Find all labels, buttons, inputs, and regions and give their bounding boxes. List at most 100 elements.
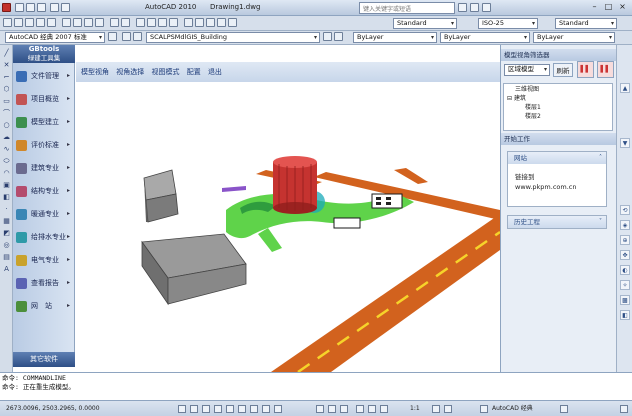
tool-palette-icon[interactable] bbox=[206, 18, 215, 27]
calculator-icon[interactable] bbox=[217, 18, 226, 27]
model-space-icon[interactable] bbox=[316, 405, 324, 413]
new-file-icon[interactable] bbox=[3, 18, 12, 27]
gradient-icon[interactable]: ◩ bbox=[2, 229, 11, 238]
maximize-button[interactable]: □ bbox=[602, 2, 615, 13]
help-tool-icon[interactable] bbox=[228, 18, 237, 27]
lwt-toggle[interactable] bbox=[274, 405, 282, 413]
steering-wheel-icon[interactable] bbox=[380, 405, 388, 413]
preview-icon[interactable] bbox=[47, 18, 56, 27]
zoom-status-icon[interactable] bbox=[368, 405, 376, 413]
print-icon[interactable] bbox=[36, 18, 45, 27]
gb-item-model[interactable]: 模型建立 ▸ bbox=[16, 113, 74, 131]
grid-toggle[interactable] bbox=[190, 405, 198, 413]
zoom-realtime-icon[interactable] bbox=[147, 18, 156, 27]
ducs-toggle[interactable] bbox=[250, 405, 258, 413]
mode-select[interactable]: 区域模型 bbox=[504, 64, 550, 76]
open-file-icon[interactable] bbox=[14, 18, 23, 27]
ortho-toggle[interactable] bbox=[202, 405, 210, 413]
search-icon[interactable] bbox=[458, 3, 467, 12]
app-logo-icon[interactable] bbox=[2, 3, 11, 12]
gb-item-electric[interactable]: 电气专业 ▸ bbox=[16, 251, 74, 269]
close-button[interactable]: × bbox=[616, 2, 629, 13]
menu-item-view-mode[interactable]: 视图模式 bbox=[151, 68, 179, 76]
text-style-select[interactable]: Standard bbox=[393, 18, 457, 29]
model-viewport[interactable] bbox=[76, 82, 500, 372]
open-icon[interactable] bbox=[26, 3, 35, 12]
polygon-icon[interactable]: ⬡ bbox=[2, 85, 11, 94]
ellipse-arc-icon[interactable]: ◠ bbox=[2, 169, 11, 178]
copy-icon[interactable] bbox=[73, 18, 82, 27]
star-icon[interactable] bbox=[482, 3, 491, 12]
quick-view-icon[interactable] bbox=[340, 405, 348, 413]
scroll-up-icon[interactable]: ▲ bbox=[620, 83, 630, 93]
save-icon[interactable] bbox=[37, 3, 46, 12]
gb-item-file[interactable]: 文件管理 ▸ bbox=[16, 67, 74, 85]
paste-icon[interactable] bbox=[84, 18, 93, 27]
region-icon[interactable]: ◎ bbox=[2, 241, 11, 250]
gb-item-structure[interactable]: 结构专业 ▸ bbox=[16, 182, 74, 200]
cut-icon[interactable] bbox=[62, 18, 71, 27]
dim-style-select[interactable]: ISO-25 bbox=[478, 18, 538, 29]
lights-icon[interactable]: ✧ bbox=[620, 280, 630, 290]
color-select[interactable]: ByLayer bbox=[353, 32, 437, 43]
linetype-select[interactable]: ByLayer bbox=[440, 32, 530, 43]
annotation-visibility-icon[interactable] bbox=[432, 405, 440, 413]
auto-scale-icon[interactable] bbox=[444, 405, 452, 413]
other-software-button[interactable]: 其它软件 bbox=[13, 352, 75, 367]
tree-item[interactable]: 三维视图 bbox=[507, 85, 609, 94]
chart-icon[interactable]: ▌▌ bbox=[577, 61, 594, 78]
search-input[interactable]: 键入关键字或短语 bbox=[359, 2, 455, 14]
camera-icon[interactable]: ◧ bbox=[620, 310, 630, 320]
table-icon[interactable]: ▤ bbox=[2, 253, 11, 262]
dyn-toggle[interactable] bbox=[262, 405, 270, 413]
gb-item-report[interactable]: 查看报告 ▸ bbox=[16, 274, 74, 292]
table-style-select[interactable]: Standard bbox=[555, 18, 617, 29]
collapse-icon[interactable]: ⊟ bbox=[507, 95, 514, 102]
point-icon[interactable]: · bbox=[2, 205, 11, 214]
hatch-icon[interactable]: ▦ bbox=[2, 217, 11, 226]
gb-item-hvac[interactable]: 暖通专业 ▸ bbox=[16, 205, 74, 223]
expand-chevron-icon[interactable]: ˅ bbox=[599, 216, 602, 228]
command-window[interactable]: 命令: COMMANDLINE 命令: 正在重生成模型。 bbox=[0, 372, 632, 400]
workspace-switch-icon[interactable] bbox=[480, 405, 488, 413]
menu-item-config[interactable]: 配置 bbox=[187, 68, 201, 76]
minimize-button[interactable]: – bbox=[588, 2, 601, 13]
make-current-icon[interactable] bbox=[323, 32, 332, 41]
gb-item-project[interactable]: 项目概览 ▸ bbox=[16, 90, 74, 108]
redo-icon[interactable] bbox=[61, 3, 70, 12]
layer-state-icon[interactable] bbox=[133, 32, 142, 41]
layer-previous-icon[interactable] bbox=[334, 32, 343, 41]
design-center-icon[interactable] bbox=[195, 18, 204, 27]
line-icon[interactable]: ╱ bbox=[2, 49, 11, 58]
make-block-icon[interactable]: ◧ bbox=[2, 193, 11, 202]
menu-item-view-select[interactable]: 视角选择 bbox=[116, 68, 144, 76]
osnap-toggle[interactable] bbox=[226, 405, 234, 413]
pan-view-icon[interactable]: ✥ bbox=[620, 250, 630, 260]
workspace-label[interactable]: AutoCAD 经典 bbox=[492, 401, 533, 416]
ellipse-icon[interactable]: ⬭ bbox=[2, 157, 11, 166]
collapse-chevron-icon[interactable]: ˄ bbox=[599, 152, 602, 164]
new-icon[interactable] bbox=[15, 3, 24, 12]
layer-select[interactable]: SCALPSMdlGIS_Building bbox=[146, 32, 320, 43]
snap-toggle[interactable] bbox=[178, 405, 186, 413]
mtext-icon[interactable]: A bbox=[2, 265, 11, 274]
pan-icon[interactable] bbox=[136, 18, 145, 27]
materials-icon[interactable]: ▩ bbox=[620, 295, 630, 305]
undo-tool-icon[interactable] bbox=[110, 18, 119, 27]
revision-cloud-icon[interactable]: ☁ bbox=[2, 133, 11, 142]
match-icon[interactable] bbox=[95, 18, 104, 27]
tree-item[interactable]: 楼层2 bbox=[507, 112, 609, 121]
annotation-scale[interactable]: 1:1 bbox=[410, 401, 420, 416]
history-box-header[interactable]: 历史工程 ˅ bbox=[508, 216, 606, 228]
spline-icon[interactable]: ∿ bbox=[2, 145, 11, 154]
save-file-icon[interactable] bbox=[25, 18, 34, 27]
web-box-header[interactable]: 网站 ˄ bbox=[508, 152, 606, 164]
report-chart-icon[interactable]: ▌▌ bbox=[597, 61, 614, 78]
undo-icon[interactable] bbox=[50, 3, 59, 12]
clean-screen-icon[interactable] bbox=[620, 405, 628, 413]
tree-item[interactable]: ⊟ 建筑 bbox=[507, 94, 609, 103]
render-icon[interactable]: ◐ bbox=[620, 265, 630, 275]
gb-item-standard[interactable]: 评价标准 ▸ bbox=[16, 136, 74, 154]
gb-item-building[interactable]: 建筑专业 ▸ bbox=[16, 159, 74, 177]
insert-block-icon[interactable]: ▣ bbox=[2, 181, 11, 190]
